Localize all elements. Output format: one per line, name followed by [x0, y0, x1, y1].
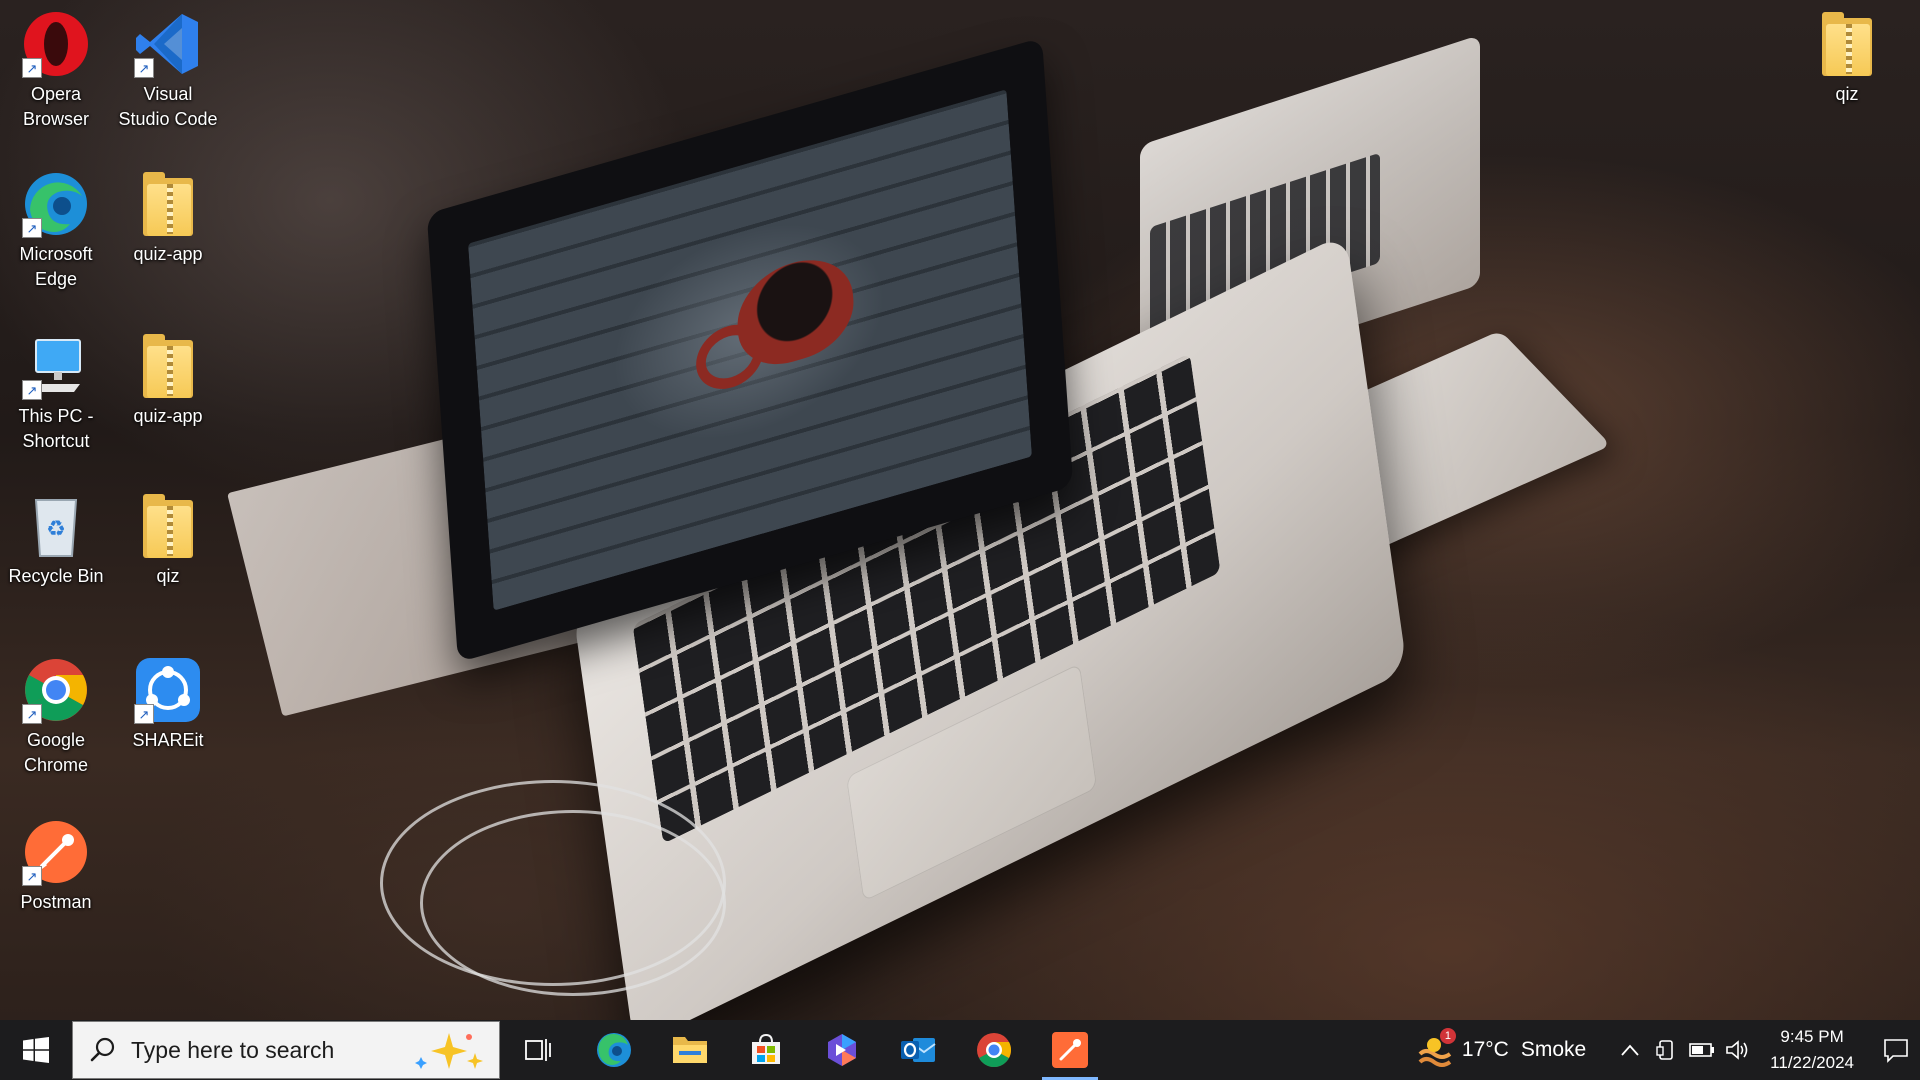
- desktop-icon-label: Google Chrome: [23, 730, 89, 775]
- weather-badge: 1: [1439, 1028, 1456, 1044]
- edge-icon: [597, 1033, 631, 1067]
- search-icon: [90, 1037, 115, 1062]
- system-tray: 1 17°C Smoke 9:45 PM 11/22/2024: [1416, 1020, 1920, 1080]
- battery-icon: [1689, 1043, 1715, 1057]
- desktop-icon-shareit[interactable]: ↗ SHAREit: [116, 654, 220, 753]
- desktop-icon-label: Postman: [20, 892, 92, 912]
- desktop-icon-quiz-app-zip[interactable]: quiz-app: [116, 168, 220, 267]
- shortcut-arrow-icon: ↗: [22, 704, 42, 724]
- taskbar-copilot[interactable]: [804, 1020, 880, 1080]
- taskbar-outlook[interactable]: [880, 1020, 956, 1080]
- battery-button[interactable]: [1684, 1020, 1720, 1080]
- zip-folder-icon: [132, 168, 204, 240]
- taskbar-chrome[interactable]: [956, 1020, 1032, 1080]
- search-highlights-icon: [415, 1033, 483, 1069]
- taskbar-search-box[interactable]: Type here to search: [72, 1021, 500, 1079]
- task-view-icon: [525, 1039, 551, 1061]
- file-explorer-icon: [673, 1037, 707, 1063]
- computer-icon: ↗: [20, 330, 92, 402]
- shortcut-arrow-icon: ↗: [134, 704, 154, 724]
- recycle-bin-icon: ♻: [20, 490, 92, 562]
- opera-icon: ↗: [20, 8, 92, 80]
- clock-time: 9:45 PM: [1780, 1027, 1844, 1046]
- taskbar-clock[interactable]: 9:45 PM 11/22/2024: [1770, 1024, 1854, 1076]
- postman-icon: [1052, 1032, 1088, 1068]
- meet-now-button[interactable]: [1648, 1020, 1684, 1080]
- taskbar-postman[interactable]: [1032, 1020, 1108, 1080]
- taskbar-edge[interactable]: [576, 1020, 652, 1080]
- notification-center-button[interactable]: [1872, 1020, 1920, 1080]
- notification-icon: [1884, 1039, 1908, 1063]
- speaker-icon: [1726, 1040, 1748, 1060]
- desktop-icon-postman[interactable]: ↗ Postman: [4, 816, 108, 915]
- shortcut-arrow-icon: ↗: [22, 218, 42, 238]
- vscode-icon: ↗: [132, 8, 204, 80]
- edge-icon: ↗: [20, 168, 92, 240]
- shareit-icon: ↗: [132, 654, 204, 726]
- search-placeholder: Type here to search: [131, 1036, 335, 1063]
- desktop-icon-quiz-app-folder[interactable]: quiz-app: [116, 330, 220, 429]
- desktop-icon-label: SHAREit: [132, 730, 204, 750]
- desktop-icon-label: Opera Browser: [22, 84, 89, 129]
- start-button[interactable]: [0, 1020, 72, 1080]
- postman-icon: ↗: [20, 816, 92, 888]
- taskbar: Type here to search 1 17°C Smoke 9:45 PM…: [0, 1020, 1920, 1080]
- taskbar-store[interactable]: [728, 1020, 804, 1080]
- desktop-icon-opera[interactable]: ↗ Opera Browser: [4, 8, 108, 132]
- desktop-icon-qiz-zip[interactable]: qiz: [116, 490, 220, 589]
- desktop-icon-edge[interactable]: ↗ Microsoft Edge: [4, 168, 108, 292]
- desktop-icon-label: This PC - Shortcut: [18, 406, 94, 451]
- desktop-wallpaper: [0, 0, 1920, 1080]
- store-icon: [752, 1033, 780, 1064]
- weather-temp: 17°C: [1461, 1038, 1509, 1061]
- desktop-icon-vscode[interactable]: ↗ Visual Studio Code: [116, 8, 220, 132]
- folder-icon: [1811, 8, 1883, 80]
- desktop-icon-label: Visual Studio Code: [118, 84, 218, 129]
- desktop-icon-qiz-folder[interactable]: qiz: [1795, 8, 1899, 107]
- chevron-up-icon: [1621, 1044, 1639, 1056]
- wallpaper-cup: [734, 246, 857, 377]
- desktop-icon-label: qiz: [156, 566, 180, 586]
- volume-button[interactable]: [1720, 1020, 1756, 1080]
- shortcut-arrow-icon: ↗: [22, 58, 42, 78]
- desktop-icon-label: quiz-app: [133, 406, 203, 426]
- shortcut-arrow-icon: ↗: [22, 380, 42, 400]
- desktop-icon-label: Microsoft Edge: [19, 244, 93, 289]
- shortcut-arrow-icon: ↗: [134, 58, 154, 78]
- taskbar-file-explorer[interactable]: [652, 1020, 728, 1080]
- svg-text:♻: ♻: [46, 517, 66, 542]
- smoke-weather-icon: 1: [1416, 1028, 1456, 1068]
- weather-condition: Smoke: [1520, 1038, 1587, 1061]
- shortcut-arrow-icon: ↗: [22, 866, 42, 886]
- copilot-icon: [828, 1034, 856, 1066]
- wallpaper-cable: [420, 810, 726, 996]
- windows-logo-icon: [23, 1037, 49, 1063]
- folder-icon: [132, 330, 204, 402]
- weather-widget[interactable]: 1 17°C Smoke: [1416, 1028, 1587, 1068]
- outlook-icon: [901, 1038, 936, 1062]
- chrome-icon: [977, 1033, 1011, 1067]
- taskbar-task-view[interactable]: [500, 1020, 576, 1080]
- desktop-icon-label: quiz-app: [133, 244, 203, 264]
- desktop-icon-chrome[interactable]: ↗ Google Chrome: [4, 654, 108, 778]
- desktop-icon-recycle-bin[interactable]: ♻ Recycle Bin: [4, 490, 108, 589]
- zip-folder-icon: [132, 490, 204, 562]
- desktop-icon-label: qiz: [1835, 84, 1859, 104]
- desktop-icon-this-pc[interactable]: ↗ This PC - Shortcut: [4, 330, 108, 454]
- chrome-icon: ↗: [20, 654, 92, 726]
- device-icon: [1656, 1040, 1673, 1060]
- clock-date: 11/22/2024: [1770, 1053, 1854, 1072]
- show-hidden-icons-button[interactable]: [1612, 1020, 1648, 1080]
- desktop-icon-label: Recycle Bin: [8, 566, 104, 586]
